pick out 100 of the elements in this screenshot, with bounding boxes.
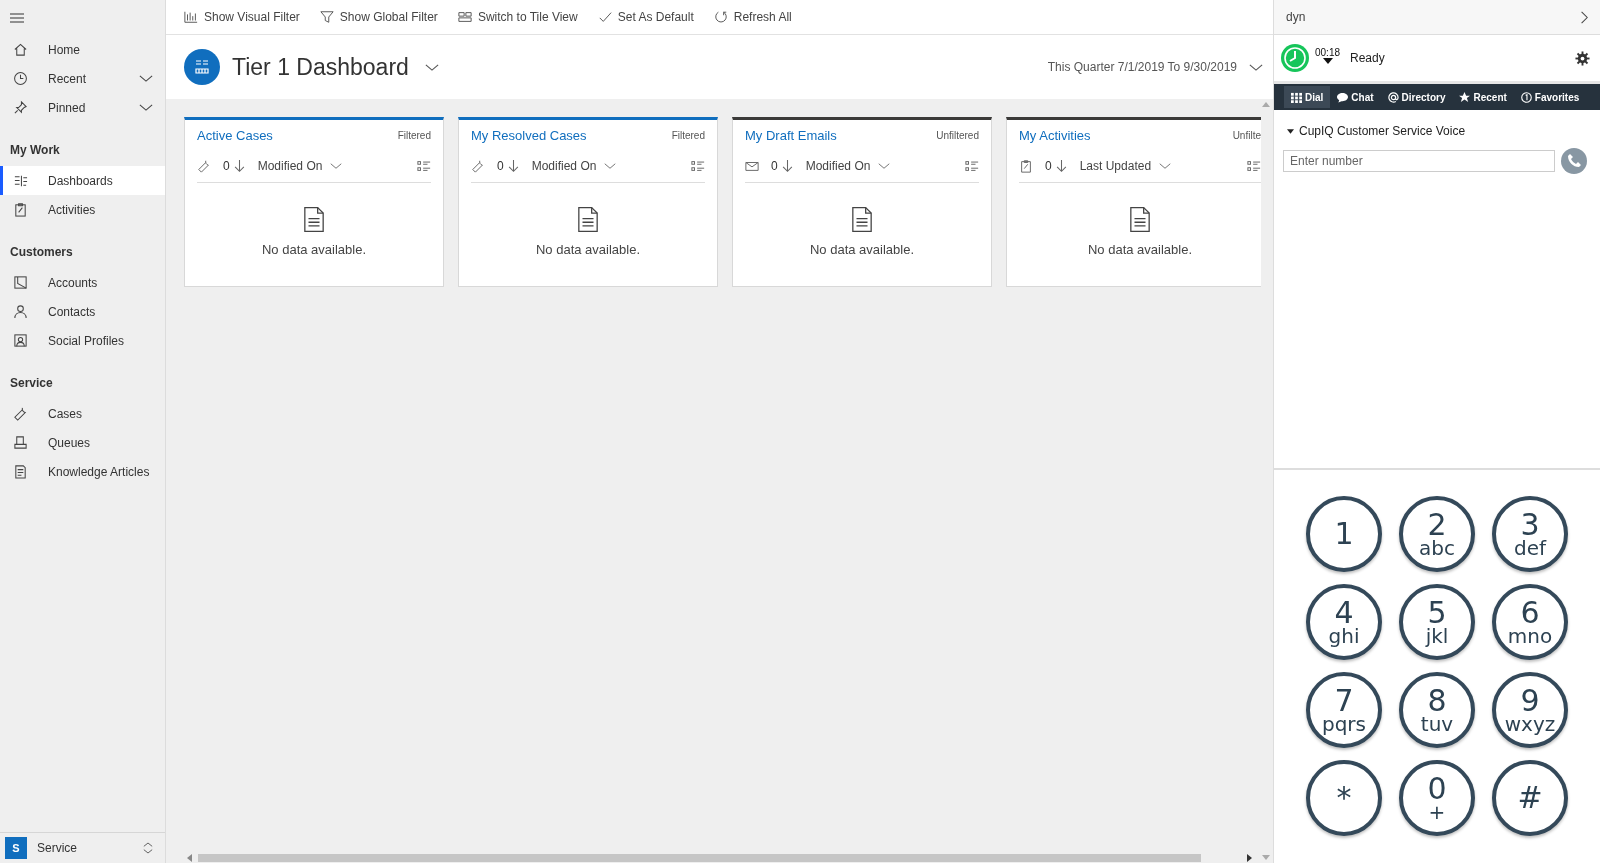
- dial-key[interactable]: #: [1492, 760, 1568, 836]
- sort-arrow-icon[interactable]: [233, 159, 245, 173]
- refresh-icon: [713, 10, 728, 24]
- search-text[interactable]: dyn: [1286, 10, 1306, 24]
- toolbar-button[interactable]: Switch to Tile View: [449, 6, 586, 28]
- dial-key[interactable]: 7 pqrs: [1306, 672, 1382, 748]
- home-icon: [13, 42, 28, 57]
- record-count: 0: [497, 159, 504, 173]
- record-count: 0: [223, 159, 230, 173]
- chevron-down-icon[interactable]: [424, 62, 439, 72]
- phone-tab[interactable]: Directory: [1380, 86, 1453, 108]
- list-view-icon[interactable]: [1247, 159, 1261, 173]
- sort-field[interactable]: Modified On: [257, 159, 323, 173]
- sort-field[interactable]: Last Updated: [1079, 159, 1152, 173]
- phone-tab[interactable]: Dial: [1284, 86, 1331, 108]
- group-title: My Work: [9, 142, 61, 159]
- bar-chart-icon: [184, 10, 198, 24]
- dial-key[interactable]: 9 wxyz: [1492, 672, 1568, 748]
- list-view-icon[interactable]: [691, 159, 705, 173]
- toolbar-button[interactable]: Show Visual Filter: [176, 6, 308, 28]
- chevron-down-icon[interactable]: [139, 74, 153, 83]
- area-badge: S: [5, 837, 27, 859]
- dial-key[interactable]: 0 +: [1399, 760, 1475, 836]
- menu-icon[interactable]: [10, 12, 24, 23]
- phone-icon: [1566, 153, 1582, 169]
- phone-tab[interactable]: Recent: [1452, 86, 1514, 108]
- call-button[interactable]: [1561, 148, 1587, 174]
- nav-item[interactable]: Pinned: [0, 93, 165, 122]
- agent-status[interactable]: Ready: [1350, 51, 1385, 65]
- keypad-icon: [1291, 91, 1302, 103]
- nav-item[interactable]: Home: [0, 35, 165, 64]
- phone-number-field[interactable]: Enter number: [1283, 150, 1555, 172]
- nav-item[interactable]: Contacts: [0, 297, 165, 326]
- sort-arrow-icon[interactable]: [507, 159, 519, 173]
- list-view-icon[interactable]: [965, 159, 979, 173]
- card-title[interactable]: Active Cases: [197, 127, 273, 143]
- nav-item[interactable]: Knowledge Articles: [0, 457, 165, 486]
- group-title: Service: [9, 375, 54, 392]
- phone-tab[interactable]: Chat: [1330, 86, 1381, 108]
- clipboard-icon: [13, 202, 28, 217]
- record-count: 0: [1045, 159, 1052, 173]
- circle-one-icon: [1520, 91, 1532, 103]
- chevron-down-icon[interactable]: [1249, 62, 1263, 72]
- card-title[interactable]: My Activities: [1019, 127, 1091, 143]
- list-view-icon[interactable]: [417, 159, 431, 173]
- toolbar-button[interactable]: Show Global Filter: [311, 6, 446, 28]
- nav-item[interactable]: Queues: [0, 428, 165, 457]
- area-switcher[interactable]: S Service: [0, 832, 165, 863]
- dial-key[interactable]: 1: [1306, 496, 1382, 572]
- dashboard-icon: [13, 173, 28, 188]
- toolbar-button[interactable]: Refresh All: [705, 6, 800, 28]
- period-filter[interactable]: This Quarter 7/1/2019 To 9/30/2019: [1047, 60, 1237, 74]
- record-count: 0: [771, 159, 778, 173]
- scroll-left-icon[interactable]: [186, 854, 192, 862]
- person-icon: [13, 304, 28, 319]
- dial-key[interactable]: *: [1306, 760, 1382, 836]
- settings-icon[interactable]: [1575, 50, 1590, 66]
- scrollbar-thumb[interactable]: [198, 854, 1201, 862]
- chevron-down-icon[interactable]: [878, 162, 891, 170]
- dial-key[interactable]: 6 mno: [1492, 584, 1568, 660]
- nav-item[interactable]: Social Profiles: [0, 326, 165, 355]
- empty-message: No data available.: [261, 242, 367, 257]
- star-icon: [1459, 91, 1471, 103]
- chevron-right-icon[interactable]: [1580, 10, 1588, 24]
- sort-arrow-icon[interactable]: [781, 159, 793, 173]
- dial-key[interactable]: 2 abc: [1399, 496, 1475, 572]
- card-title[interactable]: My Draft Emails: [745, 127, 837, 143]
- dial-key[interactable]: 8 tuv: [1399, 672, 1475, 748]
- group-title: Customers: [9, 244, 74, 261]
- chevron-down-icon[interactable]: [330, 162, 343, 170]
- nav-item[interactable]: Dashboards: [0, 166, 165, 195]
- nav-item[interactable]: Cases: [0, 399, 165, 428]
- up-down-chevron-icon[interactable]: [143, 841, 153, 855]
- clock-icon: [1281, 44, 1309, 72]
- chevron-down-icon[interactable]: [604, 162, 617, 170]
- nav-item[interactable]: Activities: [0, 195, 165, 224]
- sort-field[interactable]: Modified On: [805, 159, 871, 173]
- toolbar-button[interactable]: Set As Default: [589, 6, 702, 28]
- document-icon: [13, 464, 28, 479]
- chevron-down-icon[interactable]: [139, 103, 153, 112]
- dial-key[interactable]: 4 ghi: [1306, 584, 1382, 660]
- filter-status: Unfilte: [1232, 129, 1261, 141]
- tiles-icon: [457, 10, 472, 24]
- nav-item[interactable]: Recent: [0, 64, 165, 93]
- filter-status: Filtered: [397, 129, 431, 141]
- phone-tab[interactable]: Favorites: [1513, 86, 1587, 108]
- checkmark-icon: [597, 10, 612, 24]
- filter-status: Filtered: [671, 129, 705, 141]
- provider-name[interactable]: CupIQ Customer Service Voice: [1299, 124, 1466, 138]
- sort-field[interactable]: Modified On: [531, 159, 597, 173]
- dial-key[interactable]: 5 jkl: [1399, 584, 1475, 660]
- card-title[interactable]: My Resolved Cases: [471, 127, 587, 143]
- caret-down-icon[interactable]: [1287, 128, 1294, 134]
- envelope-icon: [745, 159, 759, 173]
- caret-down-icon[interactable]: [1322, 57, 1333, 64]
- sort-arrow-icon[interactable]: [1055, 159, 1067, 173]
- chevron-down-icon[interactable]: [1159, 162, 1172, 170]
- scroll-right-icon[interactable]: [1247, 854, 1253, 862]
- dial-key[interactable]: 3 def: [1492, 496, 1568, 572]
- nav-item[interactable]: Accounts: [0, 268, 165, 297]
